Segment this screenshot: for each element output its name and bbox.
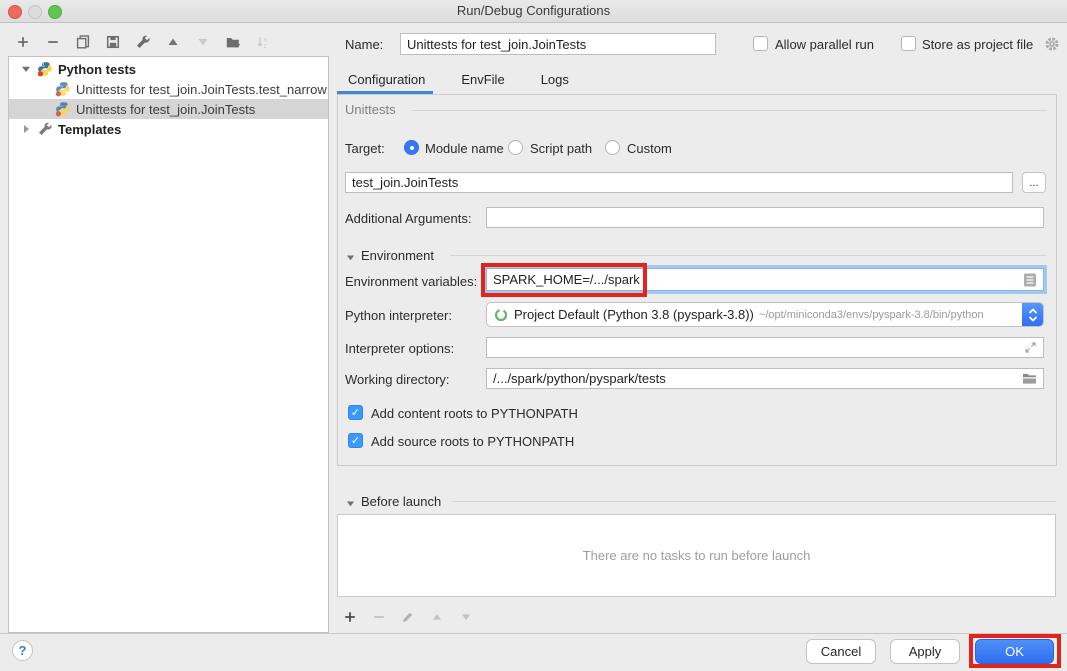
environment-section-label[interactable]: Environment [361,248,434,263]
remove-task-icon[interactable] [370,608,387,625]
target-module-name-radio[interactable] [404,140,419,155]
python-interpreter-label: Python interpreter: [345,308,452,323]
help-button[interactable]: ? [12,640,33,661]
working-directory-field[interactable]: /.../spark/python/pyspark/tests [486,368,1044,389]
tree-item-label: Unittests for test_join.JoinTests.test_n… [76,82,327,97]
tree-item-jointests-selected[interactable]: Unittests for test_join.JoinTests [9,99,328,119]
before-launch-section-line [452,501,1056,502]
before-launch-empty-text: There are no tasks to run before launch [583,548,811,563]
target-input[interactable] [345,172,1013,193]
python-test-config-icon [55,101,71,117]
move-task-down-icon[interactable] [457,608,474,625]
store-as-project-file-label: Store as project file [922,37,1033,52]
unittests-section-line [412,110,1047,111]
tab-bar: Configuration EnvFile Logs [337,66,580,92]
name-label: Name: [345,37,383,52]
move-task-up-icon[interactable] [428,608,445,625]
tree-item-python-tests[interactable]: Python tests [9,59,328,79]
svg-text:z: z [263,43,266,50]
target-custom-label[interactable]: Custom [627,141,672,156]
add-source-roots-label: Add source roots to PYTHONPATH [371,434,574,449]
allow-parallel-run-checkbox[interactable] [753,36,768,51]
python-test-config-icon [55,81,71,97]
run-debug-configurations-dialog: Run/Debug Configurations az Python tests… [0,0,1067,671]
conda-env-icon [494,308,508,322]
tree-item-label: Templates [58,122,121,137]
add-source-roots-checkbox[interactable]: ✓ [348,433,363,448]
browse-folder-icon[interactable] [1022,372,1037,385]
target-label: Target: [345,141,385,156]
before-launch-task-list[interactable]: There are no tasks to run before launch [337,514,1056,597]
python-interpreter-path: ~/opt/miniconda3/envs/pyspark-3.8/bin/py… [759,309,1022,321]
edit-task-icon[interactable] [399,608,416,625]
python-tests-icon [37,61,53,77]
target-script-path-label[interactable]: Script path [530,141,592,156]
cancel-button[interactable]: Cancel [806,639,876,664]
target-custom-radio[interactable] [605,140,620,155]
python-interpreter-value: Project Default (Python 3.8 (pyspark-3.8… [514,307,754,322]
titlebar[interactable]: Run/Debug Configurations [0,0,1067,23]
additional-arguments-label: Additional Arguments: [345,211,471,226]
additional-arguments-input[interactable] [486,207,1044,228]
window-title: Run/Debug Configurations [0,3,1067,18]
allow-parallel-run-label: Allow parallel run [775,37,874,52]
move-down-icon[interactable] [194,33,211,50]
ok-highlight-box [969,634,1061,668]
add-icon[interactable] [14,33,31,50]
configurations-toolbar: az [14,33,271,50]
tree-item-templates[interactable]: Templates [9,119,328,139]
interpreter-options-input[interactable] [486,337,1044,358]
expand-field-icon[interactable] [1024,341,1037,354]
configurations-tree: Python tests Unittests for test_join.Joi… [8,56,329,633]
add-content-roots-checkbox[interactable]: ✓ [348,405,363,420]
unittests-section-label: Unittests [345,102,396,117]
browse-target-button[interactable]: ... [1022,172,1046,193]
move-up-icon[interactable] [164,33,181,50]
new-folder-icon[interactable] [224,33,241,50]
chevron-expanded-icon[interactable] [21,64,31,74]
before-launch-collapse-icon[interactable] [346,496,355,511]
add-task-icon[interactable] [341,608,358,625]
gear-icon[interactable] [1043,35,1060,52]
tree-item-test-narrow[interactable]: Unittests for test_join.JoinTests.test_n… [9,79,328,99]
env-vars-highlight-box [481,263,647,297]
before-launch-section-label[interactable]: Before launch [361,494,441,509]
tree-item-label: Unittests for test_join.JoinTests [76,102,255,117]
tab-envfile[interactable]: EnvFile [450,72,515,87]
footer-separator [0,633,1067,634]
remove-icon[interactable] [44,33,61,50]
add-content-roots-label: Add content roots to PYTHONPATH [371,406,578,421]
environment-variables-label: Environment variables: [345,274,477,289]
python-interpreter-select[interactable]: Project Default (Python 3.8 (pyspark-3.8… [486,302,1044,327]
target-script-path-radio[interactable] [508,140,523,155]
copy-icon[interactable] [74,33,91,50]
dropdown-stepper-icon[interactable] [1022,303,1043,326]
edit-templates-icon[interactable] [134,33,151,50]
save-icon[interactable] [104,33,121,50]
before-launch-toolbar [341,608,474,625]
target-module-name-label[interactable]: Module name [425,141,504,156]
edit-variables-icon[interactable] [1023,273,1037,287]
environment-collapse-icon[interactable] [346,250,355,265]
name-input[interactable] [400,33,716,55]
store-as-project-file-checkbox[interactable] [901,36,916,51]
tree-item-label: Python tests [58,62,136,77]
apply-button[interactable]: Apply [890,639,960,664]
chevron-collapsed-icon[interactable] [21,124,31,134]
templates-wrench-icon [37,121,53,137]
sort-icon[interactable]: az [254,33,271,50]
environment-section-line [450,255,1047,256]
working-directory-label: Working directory: [345,372,450,387]
tab-logs[interactable]: Logs [530,72,580,87]
interpreter-options-label: Interpreter options: [345,341,454,356]
working-directory-value: /.../spark/python/pyspark/tests [493,371,666,386]
tab-configuration[interactable]: Configuration [337,72,436,87]
